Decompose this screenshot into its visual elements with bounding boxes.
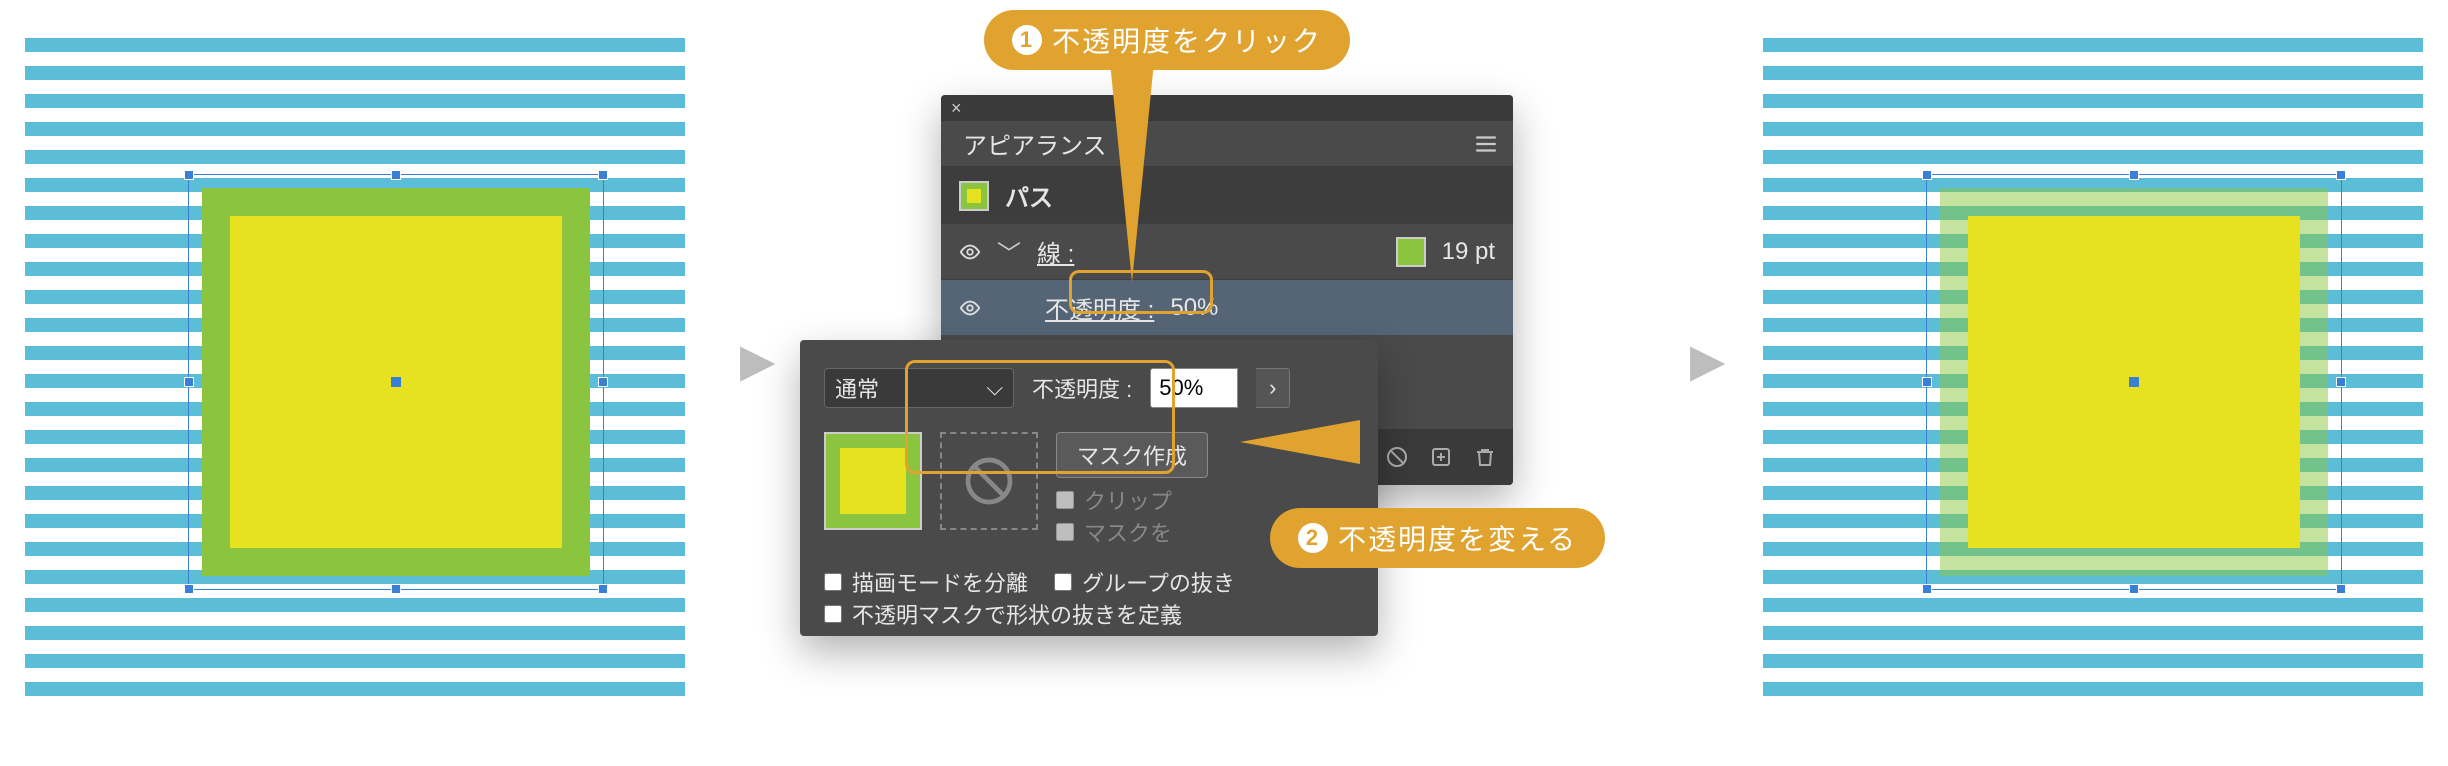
isolate-blending-checkbox[interactable]: 描画モードを分離 — [824, 566, 1028, 598]
callout-2-text: 不透明度を変える — [1338, 518, 1577, 558]
callout-2-pointer-icon — [1240, 420, 1360, 464]
artboard-after — [1763, 38, 2423, 698]
artboard-before — [25, 38, 685, 698]
callout-2-number: 2 — [1298, 523, 1328, 553]
knockout-group-checkbox[interactable]: グループの抜き — [1054, 566, 1235, 598]
selection-center — [2129, 377, 2139, 387]
flow-arrow-icon: ▶ — [1690, 333, 1725, 387]
knockout-group-label: グループの抜き — [1082, 566, 1235, 598]
clip-label: クリップ — [1084, 484, 1172, 516]
opacity-stepper[interactable]: › — [1256, 368, 1290, 408]
chevron-down-icon: ⌵ — [986, 375, 1003, 401]
add-icon[interactable] — [1429, 445, 1453, 469]
opacity-value: 50% — [1170, 294, 1218, 322]
stroke-value[interactable]: 19 pt — [1442, 238, 1495, 266]
opacity-input[interactable] — [1150, 368, 1238, 408]
mask-thumbnail[interactable] — [940, 432, 1038, 530]
define-knockout-shape-label: 不透明マスクで形状の抜きを定義 — [852, 598, 1182, 630]
chevron-down-icon[interactable]: ﹀ — [997, 234, 1021, 269]
opacity-field-label: 不透明度 : — [1032, 372, 1132, 404]
panel-tab-bar: アピアランス — [941, 121, 1513, 167]
stroke-swatch-icon[interactable] — [1396, 237, 1426, 267]
shape-before[interactable] — [202, 188, 590, 576]
callout-1-number: 1 — [1012, 25, 1042, 55]
define-knockout-shape-checkbox[interactable]: 不透明マスクで形状の抜きを定義 — [824, 598, 1354, 630]
callout-1-pointer-icon — [1110, 62, 1154, 282]
opacity-link[interactable]: 不透明度 : — [1045, 290, 1154, 325]
selection-center — [391, 377, 401, 387]
appearance-row-stroke[interactable]: ﹀ 線 : 19 pt — [941, 223, 1513, 279]
make-mask-button[interactable]: マスク作成 — [1056, 432, 1208, 478]
appearance-row-path[interactable]: パス — [941, 167, 1513, 223]
blend-mode-dropdown[interactable]: 通常 ⌵ — [824, 368, 1014, 408]
callout-1: 1 不透明度をクリック — [984, 10, 1350, 70]
isolate-blending-label: 描画モードを分離 — [852, 566, 1028, 598]
path-label: パス — [1005, 178, 1053, 213]
visibility-toggle-icon[interactable] — [959, 241, 981, 263]
invert-mask-label: マスクを — [1084, 516, 1172, 548]
panel-title: アピアランス — [963, 126, 1107, 161]
trash-icon[interactable] — [1473, 445, 1497, 469]
blend-mode-value: 通常 — [835, 372, 879, 404]
flow-arrow-icon: ▶ — [740, 333, 775, 387]
visibility-toggle-icon[interactable] — [959, 297, 981, 319]
panel-close-bar[interactable]: × — [941, 95, 1513, 121]
stroke-link[interactable]: 線 : — [1037, 234, 1074, 269]
no-entry-icon[interactable] — [1385, 445, 1409, 469]
object-thumbnail[interactable] — [824, 432, 922, 530]
transparency-popover: 通常 ⌵ 不透明度 : › マスク作成 クリップ マスクを — [800, 340, 1378, 636]
callout-2: 2 不透明度を変える — [1270, 508, 1605, 568]
panel-menu-icon[interactable] — [1473, 131, 1499, 157]
shape-after[interactable] — [1940, 188, 2328, 576]
appearance-row-opacity[interactable]: 不透明度 : 50% — [941, 279, 1513, 335]
path-swatch-icon — [959, 181, 989, 211]
callout-1-text: 不透明度をクリック — [1052, 20, 1322, 60]
